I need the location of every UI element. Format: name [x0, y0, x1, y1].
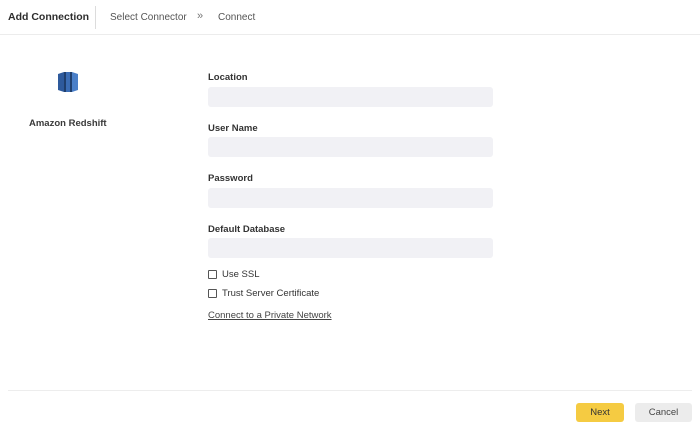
username-input[interactable] — [208, 137, 493, 157]
trust-server-certificate-label: Trust Server Certificate — [222, 288, 320, 299]
header-divider — [95, 6, 96, 29]
next-button[interactable]: Next — [576, 403, 624, 422]
footer-divider — [8, 390, 692, 391]
location-label: Location — [208, 72, 248, 83]
use-ssl-option[interactable]: Use SSL — [208, 269, 260, 280]
username-label: User Name — [208, 123, 258, 134]
default-database-input[interactable] — [208, 238, 493, 258]
top-bar: Add Connection Select Connector » Connec… — [0, 0, 700, 35]
breadcrumb-connect: Connect — [218, 12, 256, 23]
location-input[interactable] — [208, 87, 493, 107]
use-ssl-label: Use SSL — [222, 269, 260, 280]
private-network-link[interactable]: Connect to a Private Network — [208, 310, 332, 321]
page-title: Add Connection — [8, 11, 90, 23]
connector-name: Amazon Redshift — [29, 118, 107, 129]
default-database-label: Default Database — [208, 224, 286, 235]
amazon-redshift-icon — [58, 72, 78, 92]
trust-server-certificate-option[interactable]: Trust Server Certificate — [208, 288, 319, 299]
use-ssl-checkbox[interactable] — [208, 270, 217, 279]
breadcrumb-select-connector[interactable]: Select Connector — [110, 12, 187, 23]
password-input[interactable] — [208, 188, 493, 208]
trust-server-certificate-checkbox[interactable] — [208, 289, 217, 298]
breadcrumb-separator-icon: » — [197, 10, 204, 22]
cancel-button[interactable]: Cancel — [635, 403, 692, 422]
password-label: Password — [208, 173, 253, 184]
